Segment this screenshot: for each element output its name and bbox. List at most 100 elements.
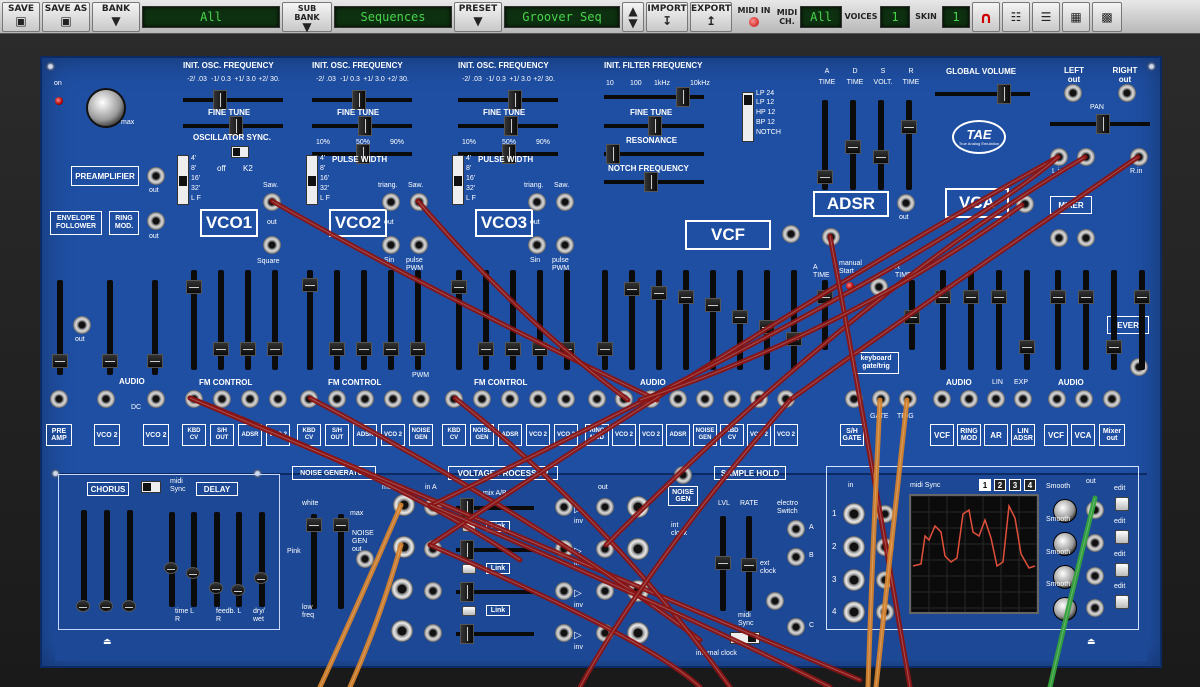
mixer-in-jack-2[interactable] — [1075, 390, 1093, 408]
mod-input-jack-1-2[interactable] — [356, 390, 374, 408]
mixer-l-in-jack[interactable] — [1050, 148, 1068, 166]
preamp-level-slider[interactable] — [147, 280, 163, 375]
mod-input-jack-3-5[interactable] — [723, 390, 741, 408]
vca-mod-slider-3[interactable] — [991, 270, 1007, 370]
adsr-in-jack[interactable] — [822, 228, 840, 246]
ar-out-jack[interactable] — [870, 278, 888, 296]
seq-edit-button-2[interactable] — [1115, 530, 1129, 544]
seq-smooth-knob-4[interactable] — [1053, 597, 1077, 621]
vco2-fm-slider-2[interactable] — [329, 270, 345, 370]
preset-button[interactable]: PRESET ▼ — [454, 1, 502, 32]
vp-mix-slider-1[interactable] — [456, 498, 534, 518]
vp-link-toggle-1[interactable] — [462, 522, 476, 532]
noise-out-jack[interactable] — [356, 550, 374, 568]
vp-out-jack-1[interactable] — [596, 498, 614, 516]
vco2-sin-jack[interactable] — [382, 236, 400, 254]
chorus-slider-1[interactable] — [76, 510, 90, 612]
seq-in-jack-4[interactable] — [843, 601, 865, 623]
rack-view-button[interactable]: ▦ — [1062, 1, 1090, 32]
sub-bank-display[interactable]: Sequences — [334, 5, 452, 28]
grid-view-button[interactable]: ▩ — [1092, 1, 1122, 32]
vco2-fine-tune-slider[interactable] — [312, 116, 412, 136]
vp-mod-in-jack-2[interactable] — [393, 536, 415, 558]
vcf-mod-slider-2[interactable] — [624, 270, 640, 370]
vca-in-jack-1[interactable] — [933, 390, 951, 408]
vco3-footage-switch[interactable] — [452, 155, 464, 205]
seq-step-button-1[interactable]: 1 — [979, 479, 991, 491]
export-button[interactable]: EXPORT ↥ — [690, 1, 732, 32]
vco3-frequency-slider[interactable] — [458, 90, 558, 110]
pan-slider[interactable] — [1050, 114, 1150, 134]
vco2-footage-switch[interactable] — [306, 155, 318, 205]
fx-midi-sync-switch[interactable] — [141, 481, 161, 493]
vco1-fm-slider-4[interactable] — [267, 270, 283, 370]
seq-b-jack-2[interactable] — [876, 538, 894, 556]
global-volume-slider[interactable] — [935, 84, 1030, 104]
vco3-triang-jack[interactable] — [528, 193, 546, 211]
vp-mod-in-jack-3[interactable] — [391, 578, 413, 600]
vco1-saw-jack[interactable] — [263, 193, 281, 211]
vp-mod-in-jack-1[interactable] — [393, 494, 415, 516]
import-button[interactable]: IMPORT ↧ — [646, 1, 688, 32]
adsr-slider-3[interactable] — [873, 100, 889, 190]
gate-jack[interactable] — [872, 390, 890, 408]
adsr-slider-1[interactable] — [817, 100, 833, 190]
vco3-fm-slider-5[interactable] — [559, 270, 575, 370]
chorus-slider-2[interactable] — [99, 510, 113, 612]
seq-out-jack-1[interactable] — [1086, 501, 1104, 519]
adsr-slider-4[interactable] — [901, 100, 917, 190]
mod-input-jack-2-2[interactable] — [501, 390, 519, 408]
seq-in-jack-3[interactable] — [843, 569, 865, 591]
voices-display[interactable]: 1 — [880, 5, 910, 28]
seq-edit-button-1[interactable] — [1115, 497, 1129, 511]
electro-switch-b-jack[interactable] — [787, 548, 805, 566]
delay-time-r-slider[interactable] — [186, 512, 200, 607]
keyboard-view-button[interactable]: ☷ — [1002, 1, 1030, 32]
mod-input-jack-1-3[interactable] — [384, 390, 402, 408]
adsr-out-jack[interactable] — [897, 194, 915, 212]
vp-in-a-jack-1[interactable] — [424, 498, 442, 516]
vco3-fm-slider-2[interactable] — [478, 270, 494, 370]
mod-input-jack-3-1[interactable] — [615, 390, 633, 408]
vco2-fm-slider-3[interactable] — [356, 270, 372, 370]
adsr-slider-2[interactable] — [845, 100, 861, 190]
ar-release-slider[interactable] — [904, 280, 920, 350]
vp-out2-jack-3[interactable] — [627, 580, 649, 602]
seq-out-jack-3[interactable] — [1086, 567, 1104, 585]
mixer-jack-4[interactable] — [1077, 229, 1095, 247]
seq-b-jack-3[interactable] — [876, 571, 894, 589]
vp-out-jack-2[interactable] — [596, 540, 614, 558]
delay-time-l-slider[interactable] — [164, 512, 178, 607]
vcf-fine-tune-slider[interactable] — [604, 116, 704, 136]
vco2-fm-slider-5[interactable] — [410, 270, 426, 370]
vca-mod-slider-1[interactable] — [935, 270, 951, 370]
trig-jack[interactable] — [899, 390, 917, 408]
seq-out-jack-4[interactable] — [1086, 599, 1104, 617]
sh-rate-slider[interactable] — [741, 516, 757, 611]
vp-in-a-jack-4[interactable] — [424, 624, 442, 642]
vp-out2-jack-1[interactable] — [627, 496, 649, 518]
vp-out-jack-4[interactable] — [596, 624, 614, 642]
vca-in-jack-4[interactable] — [1014, 390, 1032, 408]
mod-input-jack-2-4[interactable] — [557, 390, 575, 408]
magnet-button[interactable]: ∩ — [972, 1, 1000, 32]
vco2-pulse-jack[interactable] — [410, 236, 428, 254]
filter-mode-switch[interactable] — [742, 92, 754, 142]
vp-b-jack-4[interactable] — [555, 624, 573, 642]
input-jack-1[interactable] — [50, 390, 68, 408]
bank-display[interactable]: All — [142, 5, 280, 28]
electro-switch-c-jack[interactable] — [787, 618, 805, 636]
ar-attack-slider[interactable] — [817, 280, 833, 350]
vcf-mod-slider-6[interactable] — [732, 270, 748, 370]
mixer-jack-3[interactable] — [1050, 229, 1068, 247]
vco3-pulse-jack[interactable] — [556, 236, 574, 254]
ring-mod-level-slider[interactable] — [102, 280, 118, 375]
mod-input-jack-3-2[interactable] — [642, 390, 660, 408]
vp-out2-jack-4[interactable] — [627, 622, 649, 644]
seq-b-jack-4[interactable] — [876, 603, 894, 621]
vco1-square-jack[interactable] — [263, 236, 281, 254]
fx-eject-icon[interactable]: ⏏ — [103, 636, 112, 647]
vp-mod-in-jack-4[interactable] — [391, 620, 413, 642]
vco1-fine-tune-slider[interactable] — [183, 116, 283, 136]
resonance-slider[interactable] — [604, 144, 704, 164]
